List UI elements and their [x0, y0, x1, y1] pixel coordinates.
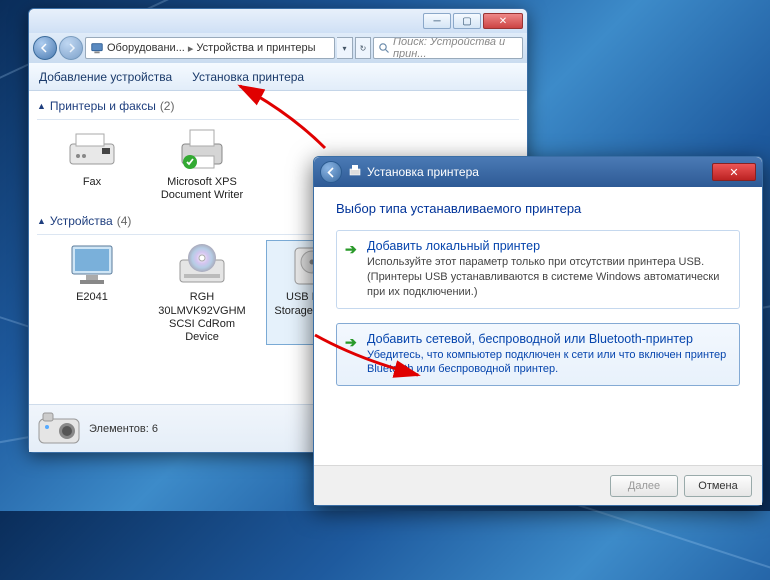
printer-icon: [348, 164, 362, 181]
device-label: Microsoft XPS Document Writer: [157, 176, 247, 202]
maximize-button[interactable]: ▢: [453, 13, 481, 29]
collapse-icon: ▲: [37, 101, 46, 111]
option-add-local-printer[interactable]: ➔ Добавить локальный принтер Используйте…: [336, 230, 740, 309]
option-title: Добавить сетевой, беспроводной или Bluet…: [367, 332, 729, 346]
breadcrumb-part[interactable]: Устройства и принтеры: [196, 42, 315, 54]
cd-drive-icon: [174, 241, 230, 289]
option-description: Убедитесь, что компьютер подключен к сет…: [367, 348, 729, 378]
printer-icon: [174, 126, 230, 174]
arrow-right-icon: ➔: [345, 241, 357, 258]
breadcrumb-part[interactable]: Оборудовани...: [107, 42, 185, 54]
status-text: Элементов: 6: [89, 423, 158, 435]
close-button[interactable]: ✕: [712, 163, 756, 181]
wizard-title: Установка принтера: [367, 165, 479, 179]
wizard-back-button[interactable]: [320, 161, 342, 183]
device-xps-writer[interactable]: Microsoft XPS Document Writer: [157, 126, 247, 202]
cancel-button[interactable]: Отмена: [684, 475, 752, 497]
install-printer-button[interactable]: Установка принтера: [182, 63, 314, 90]
minimize-button[interactable]: ─: [423, 13, 451, 29]
arrow-left-icon: [326, 167, 337, 178]
wizard-footer: Далее Отмена: [314, 465, 762, 505]
group-count: (2): [160, 99, 175, 113]
nav-forward-button[interactable]: [59, 36, 83, 60]
device-label: Fax: [83, 176, 101, 189]
option-description: Используйте этот параметр только при отс…: [367, 255, 729, 300]
address-bar: Оборудовани... ▸ Устройства и принтеры ▾…: [29, 33, 527, 63]
toolbar: Добавление устройства Установка принтера: [29, 63, 527, 91]
arrow-right-icon: ➔: [345, 334, 357, 351]
device-label: E2041: [76, 291, 108, 304]
option-title: Добавить локальный принтер: [367, 239, 729, 253]
breadcrumb[interactable]: Оборудовани... ▸ Устройства и принтеры: [85, 37, 335, 59]
device-fax[interactable]: Fax: [47, 126, 137, 202]
toolbar-label: Добавление устройства: [39, 70, 172, 84]
group-label: Принтеры и факсы: [50, 99, 156, 113]
hardware-icon: [90, 41, 104, 55]
divider: [37, 119, 519, 120]
device-monitor[interactable]: E2041: [47, 241, 137, 344]
toolbar-label: Установка принтера: [192, 70, 304, 84]
search-placeholder: Поиск: Устройства и прин...: [393, 37, 518, 59]
group-label: Устройства: [50, 214, 113, 228]
arrow-left-icon: [40, 43, 50, 53]
nav-back-button[interactable]: [33, 36, 57, 60]
add-printer-wizard-window: Установка принтера ✕ Выбор типа устанавл…: [313, 156, 763, 506]
search-icon: [378, 42, 390, 54]
search-input[interactable]: Поиск: Устройства и прин...: [373, 37, 523, 59]
monitor-icon: [64, 241, 120, 289]
arrow-right-icon: [66, 43, 76, 53]
device-cdrom[interactable]: RGH 30LMVK92VGHM SCSI CdRom Device: [157, 241, 247, 344]
collapse-icon: ▲: [37, 216, 46, 226]
wizard-heading: Выбор типа устанавливаемого принтера: [336, 201, 740, 216]
wizard-body: Выбор типа устанавливаемого принтера ➔ Д…: [314, 187, 762, 465]
window-titlebar: ─ ▢ ✕: [29, 9, 527, 33]
option-add-network-printer[interactable]: ➔ Добавить сетевой, беспроводной или Blu…: [336, 323, 740, 387]
next-button[interactable]: Далее: [610, 475, 678, 497]
close-button[interactable]: ✕: [483, 13, 523, 29]
group-count: (4): [117, 214, 132, 228]
device-label: RGH 30LMVK92VGHM SCSI CdRom Device: [157, 291, 247, 344]
breadcrumb-separator: ▸: [188, 42, 194, 55]
add-device-button[interactable]: Добавление устройства: [29, 63, 182, 90]
refresh-button[interactable]: ↻: [355, 37, 371, 59]
address-history-button[interactable]: ▾: [337, 37, 353, 59]
wizard-titlebar: Установка принтера ✕: [314, 157, 762, 187]
camera-icon: [37, 411, 81, 447]
fax-icon: [64, 126, 120, 174]
group-header-printers[interactable]: ▲ Принтеры и факсы (2): [37, 95, 519, 117]
